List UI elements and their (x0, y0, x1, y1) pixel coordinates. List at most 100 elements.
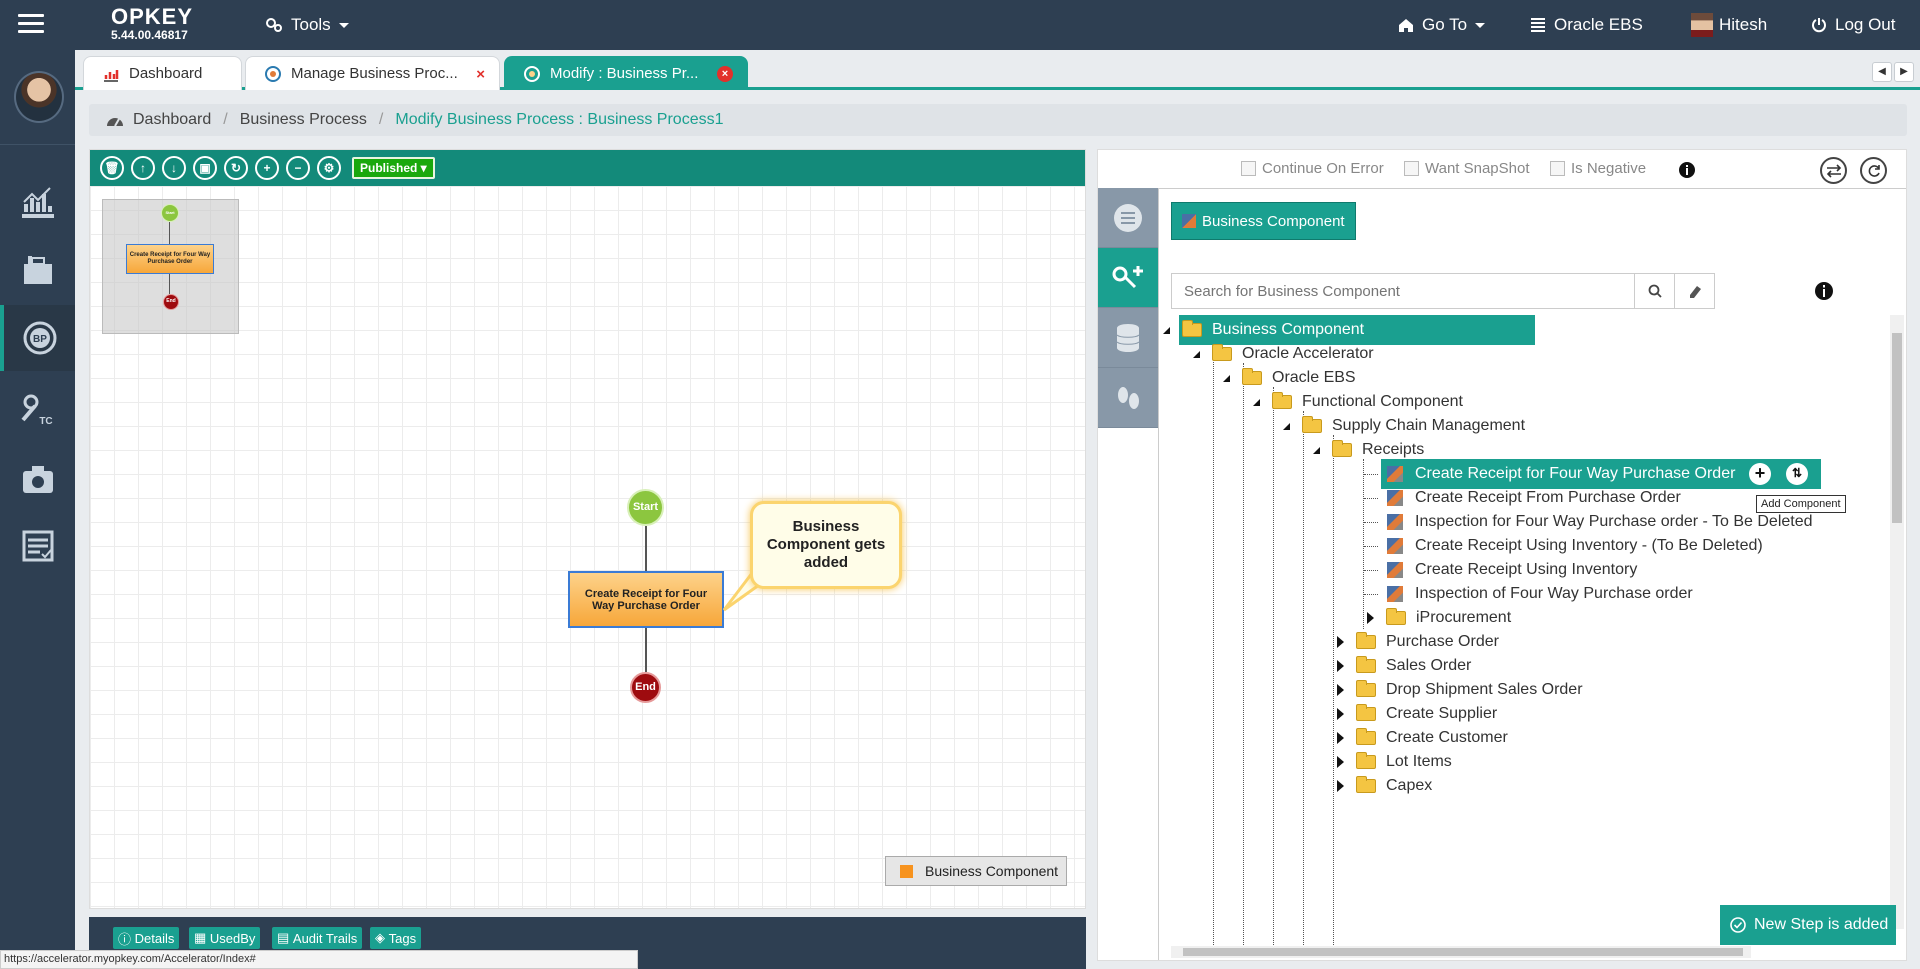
component-tree: Business Component Oracle Accelerator Or… (1159, 315, 1889, 955)
tab-details[interactable]: ⓘ Details (113, 927, 180, 949)
info-icon[interactable] (1814, 281, 1834, 301)
info-icon[interactable] (1678, 161, 1696, 179)
user-menu[interactable]: Hitesh (1691, 0, 1767, 50)
steps-list-tab[interactable] (1098, 188, 1158, 248)
folder-icon (1332, 440, 1352, 457)
logout-button[interactable]: Log Out (1811, 0, 1896, 50)
minimap[interactable]: Start Create Receipt for Four Way Purcha… (102, 199, 239, 334)
check-circle-icon (1730, 917, 1746, 933)
task-node[interactable]: Create Receipt for Four Way Purchase Ord… (568, 571, 724, 628)
collapse-arrow-icon[interactable] (1337, 708, 1344, 720)
scrollbar-thumb[interactable] (1892, 333, 1902, 523)
tab-scroll-left-button[interactable]: ◀ (1872, 62, 1892, 82)
close-icon[interactable]: × (476, 66, 485, 83)
collapse-arrow-icon[interactable] (1337, 684, 1344, 696)
tab-label: Audit Trails (292, 930, 358, 946)
hamburger-menu-icon[interactable] (18, 14, 44, 34)
sidebar-item-testcase[interactable]: TC (0, 377, 75, 443)
tree-guide (1273, 387, 1274, 955)
collapse-arrow-icon[interactable] (1337, 756, 1344, 768)
search-input[interactable] (1172, 274, 1634, 308)
tab-modify-business-process[interactable]: Modify : Business Pr... × (504, 56, 748, 90)
expand-arrow-icon[interactable] (1253, 398, 1260, 406)
canvas-toolbar: 🗑 ↑ ↓ ▣ ↻ + − ⚙ Published ▾ (90, 150, 1085, 186)
collapse-arrow-icon[interactable] (1337, 780, 1344, 792)
tab-label: UsedBy (209, 930, 256, 946)
collapse-arrow-icon[interactable] (1337, 732, 1344, 744)
sidebar-item-recorder[interactable] (0, 446, 75, 512)
legend-swatch (900, 864, 913, 878)
want-snapshot-checkbox[interactable]: Want SnapShot (1404, 160, 1530, 177)
reorder-icon[interactable]: ⇅ (1786, 463, 1808, 485)
tools-menu[interactable]: Tools (265, 0, 349, 50)
tree-guide (1363, 459, 1364, 629)
toast-notification: New Step is added (1720, 905, 1896, 945)
is-negative-checkbox[interactable]: Is Negative (1550, 160, 1646, 177)
eraser-icon[interactable] (1674, 274, 1714, 308)
search-icon[interactable] (1634, 274, 1674, 308)
folder-icon (1212, 344, 1232, 361)
move-up-icon[interactable]: ↑ (131, 156, 155, 180)
collapse-arrow-icon[interactable] (1367, 612, 1374, 624)
footprints-tab[interactable] (1098, 368, 1158, 428)
option-label: Is Negative (1571, 160, 1647, 177)
bp-icon: BP (23, 321, 56, 355)
sidebar-item-business-process[interactable]: BP (0, 305, 75, 371)
tab-dashboard[interactable]: Dashboard (83, 56, 242, 90)
close-icon[interactable]: × (717, 66, 733, 82)
logout-label: Log Out (1835, 15, 1896, 34)
settings-icon[interactable]: ⚙ (317, 156, 341, 180)
breadcrumb-parent[interactable]: Business Process (240, 111, 367, 129)
goto-menu[interactable]: Go To (1398, 0, 1486, 50)
folder-icon (1356, 704, 1376, 721)
sidebar-item-suite[interactable] (0, 237, 75, 303)
add-component-icon[interactable]: + (1749, 463, 1771, 485)
goto-label: Go To (1422, 15, 1468, 34)
tree-vertical-scrollbar[interactable] (1890, 315, 1904, 929)
tab-scroll-right-button[interactable]: ▶ (1894, 62, 1914, 82)
folder-icon (1356, 656, 1376, 673)
collapse-arrow-icon[interactable] (1337, 660, 1344, 672)
user-avatar[interactable] (14, 71, 64, 123)
save-icon[interactable]: ▣ (193, 156, 217, 180)
delete-icon[interactable]: 🗑 (100, 156, 124, 180)
end-node[interactable]: End (630, 672, 661, 703)
add-component-tab[interactable] (1098, 248, 1158, 308)
expand-arrow-icon[interactable] (1193, 350, 1200, 358)
zoom-in-icon[interactable]: + (255, 156, 279, 180)
tab-manage-business-process[interactable]: Manage Business Proc... × (245, 56, 500, 90)
sidebar-divider (0, 144, 75, 145)
scrollbar-thumb[interactable] (1183, 948, 1743, 956)
tab-label: Tags (388, 930, 417, 946)
tab-audit-trails[interactable]: ▤ Audit Trails (272, 927, 363, 949)
database-tab[interactable] (1098, 308, 1158, 368)
flow-edge (645, 628, 647, 672)
tree-node-folder[interactable]: Capex (1337, 771, 1432, 801)
collapse-arrow-icon[interactable] (1337, 636, 1344, 648)
status-select[interactable]: Published ▾ (352, 157, 435, 179)
flow-grid[interactable]: Start Create Receipt for Four Way Purcha… (90, 186, 1085, 908)
expand-arrow-icon[interactable] (1283, 422, 1290, 430)
business-component-button[interactable]: Business Component (1171, 202, 1356, 240)
start-node[interactable]: Start (627, 489, 664, 526)
zoom-out-icon[interactable]: − (286, 156, 310, 180)
expand-arrow-icon[interactable] (1223, 374, 1230, 382)
component-search (1171, 273, 1715, 309)
sidebar-item-reports[interactable] (0, 513, 75, 579)
tree-horizontal-scrollbar[interactable] (1171, 946, 1751, 958)
tree-node-label: Lot Items (1386, 753, 1452, 770)
tab-usedby[interactable]: ▦ UsedBy (189, 927, 261, 949)
expand-arrow-icon[interactable] (1313, 446, 1320, 454)
breadcrumb-home[interactable]: Dashboard (133, 111, 211, 129)
refresh-icon[interactable] (1860, 157, 1887, 184)
swap-icon[interactable] (1820, 157, 1847, 184)
minimap-edge (169, 222, 170, 244)
move-down-icon[interactable]: ↓ (162, 156, 186, 180)
expand-arrow-icon[interactable] (1163, 326, 1170, 334)
tab-tags[interactable]: ◈ Tags (370, 927, 422, 949)
project-selector[interactable]: Oracle EBS (1530, 0, 1643, 50)
refresh-icon[interactable]: ↻ (224, 156, 248, 180)
continue-on-error-checkbox[interactable]: Continue On Error (1241, 160, 1384, 177)
sidebar-item-dashboard[interactable] (0, 169, 75, 235)
user-avatar-small (1691, 13, 1713, 37)
